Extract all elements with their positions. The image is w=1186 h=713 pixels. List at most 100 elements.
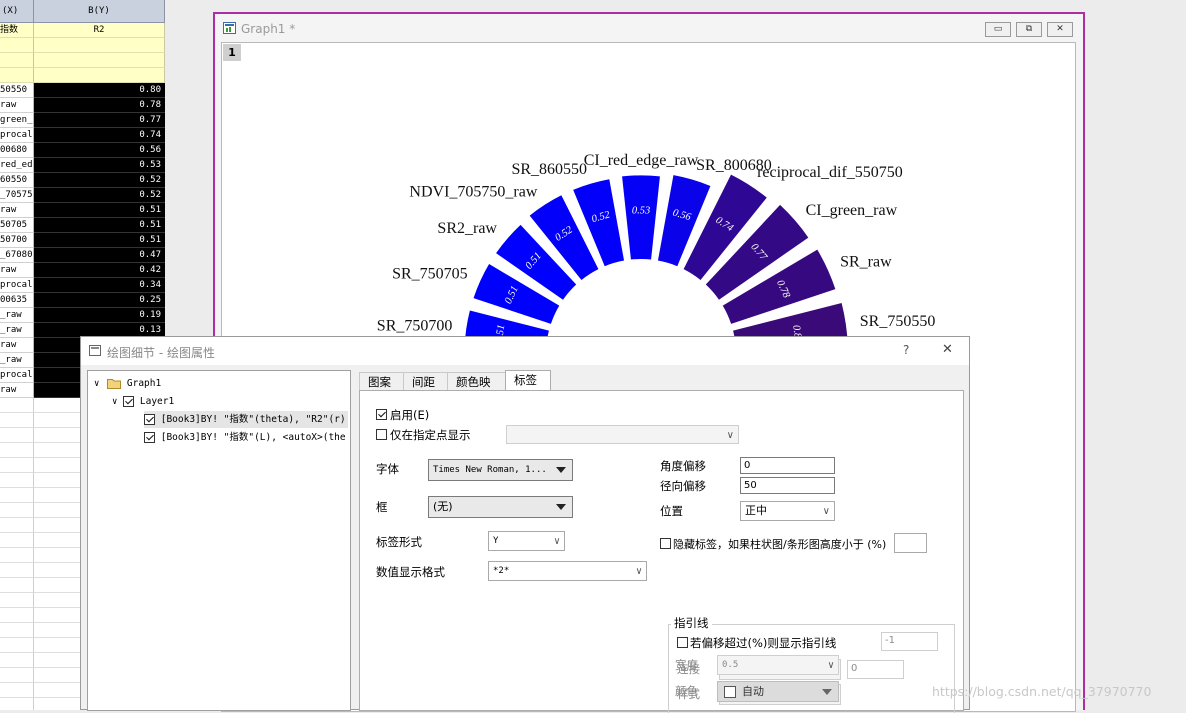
cell-a[interactable]: 00680 xyxy=(0,143,34,158)
cell-a[interactable]: procal xyxy=(0,128,34,143)
empty-cell[interactable] xyxy=(0,638,34,653)
cell-a[interactable]: raw xyxy=(0,203,34,218)
empty-cell[interactable] xyxy=(0,488,34,503)
empty-cell[interactable] xyxy=(0,458,34,473)
font-dropdown[interactable]: Times New Roman, 1... xyxy=(428,459,573,481)
cell-a[interactable]: 60550 xyxy=(0,173,34,188)
tab-spacing[interactable]: 间距 xyxy=(403,372,449,390)
angle-offset-input[interactable]: 0 xyxy=(740,457,835,474)
only-points-checkbox[interactable] xyxy=(376,429,387,440)
cell-b[interactable]: 0.51 xyxy=(34,218,165,233)
empty-cell[interactable] xyxy=(0,683,34,698)
cell-a[interactable]: procal xyxy=(0,278,34,293)
empty-cell[interactable] xyxy=(0,563,34,578)
width-dropdown[interactable]: 0.5 ∨ xyxy=(717,655,839,675)
cell-a[interactable]: 00635 xyxy=(0,293,34,308)
empty-cell[interactable] xyxy=(0,698,34,710)
cell-b[interactable]: 0.34 xyxy=(34,278,165,293)
help-button[interactable]: ? xyxy=(903,343,909,357)
tree-item-plot1[interactable]: [Book3]BY! "指数"(theta), "R2"(r) xyxy=(144,411,348,428)
cell-b[interactable]: 0.51 xyxy=(34,203,165,218)
cell-b[interactable]: 0.78 xyxy=(34,98,165,113)
meta-row[interactable] xyxy=(34,38,165,53)
meta-row[interactable] xyxy=(0,53,34,68)
empty-cell[interactable] xyxy=(0,473,34,488)
empty-cell[interactable] xyxy=(0,443,34,458)
cell-b[interactable]: 0.19 xyxy=(34,308,165,323)
connect-extra-input[interactable]: 0 xyxy=(847,660,904,679)
leader-checkbox[interactable] xyxy=(677,637,688,648)
cell-b[interactable]: 0.80 xyxy=(34,83,165,98)
plot1-checkbox[interactable] xyxy=(144,414,155,425)
empty-cell[interactable] xyxy=(0,623,34,638)
empty-cell[interactable] xyxy=(0,548,34,563)
empty-cell[interactable] xyxy=(0,533,34,548)
enable-checkbox[interactable] xyxy=(376,409,387,420)
frame-dropdown[interactable]: (无) xyxy=(428,496,573,518)
col-a-longname[interactable]: 指数 xyxy=(0,23,34,38)
cell-a[interactable]: green_r xyxy=(0,113,34,128)
color-dropdown[interactable]: 自动 xyxy=(717,681,839,702)
plot-details-dialog[interactable]: 绘图细节 - 绘图属性 ? ✕ ∨ Graph1 ∨ Layer1 [Book3… xyxy=(80,336,970,713)
cell-b[interactable]: 0.52 xyxy=(34,173,165,188)
number-format-dropdown[interactable]: *2* ∨ xyxy=(488,561,647,581)
tree-item-graph1[interactable]: ∨ Graph1 xyxy=(94,375,161,392)
empty-cell[interactable] xyxy=(0,578,34,593)
tree-item-plot2[interactable]: [Book3]BY! "指数"(L), <autoX>(the xyxy=(144,429,346,446)
meta-row[interactable] xyxy=(0,38,34,53)
cell-a[interactable]: _67080 xyxy=(0,248,34,263)
label-form-dropdown[interactable]: Y ∨ xyxy=(488,531,565,551)
cell-a[interactable]: raw xyxy=(0,338,34,353)
tab-labels[interactable]: 标签 xyxy=(505,370,551,391)
empty-cell[interactable] xyxy=(0,653,34,668)
col-b-header[interactable]: B(Y) xyxy=(34,0,165,23)
cell-b[interactable]: 0.77 xyxy=(34,113,165,128)
cell-a[interactable]: _raw xyxy=(0,308,34,323)
meta-row[interactable] xyxy=(0,68,34,83)
minimize-button[interactable]: ▭ xyxy=(985,22,1011,37)
dialog-close-button[interactable]: ✕ xyxy=(942,342,953,357)
cell-a[interactable]: 50705 xyxy=(0,218,34,233)
empty-cell[interactable] xyxy=(0,593,34,608)
col-b-longname[interactable]: R2 xyxy=(34,23,165,38)
cell-a[interactable]: _raw xyxy=(0,323,34,338)
chevron-down-icon[interactable]: ∨ xyxy=(112,397,117,407)
cell-b[interactable]: 0.51 xyxy=(34,233,165,248)
dialog-title-bar[interactable]: 绘图细节 - 绘图属性 ? ✕ xyxy=(81,337,969,365)
chevron-down-icon[interactable]: ∨ xyxy=(94,379,99,389)
cell-a[interactable]: red_edg xyxy=(0,158,34,173)
empty-cell[interactable] xyxy=(0,398,34,413)
cell-a[interactable]: _raw xyxy=(0,353,34,368)
empty-cell[interactable] xyxy=(0,413,34,428)
points-dropdown[interactable]: ∨ xyxy=(506,425,739,444)
hide-threshold-input[interactable] xyxy=(894,533,927,553)
cell-a[interactable]: raw xyxy=(0,263,34,278)
cell-b[interactable]: 0.53 xyxy=(34,158,165,173)
restore-button[interactable]: ⧉ xyxy=(1016,22,1042,37)
meta-row[interactable] xyxy=(34,68,165,83)
cell-b[interactable]: 0.25 xyxy=(34,293,165,308)
cell-a[interactable]: procal xyxy=(0,368,34,383)
tab-pattern[interactable]: 图案 xyxy=(359,372,405,390)
radial-offset-input[interactable]: 50 xyxy=(740,477,835,494)
leader-threshold-input[interactable]: -1 xyxy=(881,632,938,651)
plot2-checkbox[interactable] xyxy=(144,432,155,443)
empty-cell[interactable] xyxy=(0,503,34,518)
cell-b[interactable]: 0.56 xyxy=(34,143,165,158)
cell-b[interactable]: 0.42 xyxy=(34,263,165,278)
empty-cell[interactable] xyxy=(0,428,34,443)
cell-b[interactable]: 0.47 xyxy=(34,248,165,263)
empty-cell[interactable] xyxy=(0,608,34,623)
col-a-header[interactable]: (X) xyxy=(0,0,34,23)
cell-a[interactable]: _70575 xyxy=(0,188,34,203)
position-dropdown[interactable]: 正中 ∨ xyxy=(740,501,835,521)
cell-b[interactable]: 0.52 xyxy=(34,188,165,203)
empty-cell[interactable] xyxy=(0,668,34,683)
cell-a[interactable]: raw xyxy=(0,98,34,113)
hide-label-checkbox[interactable] xyxy=(660,538,671,549)
tab-colormap[interactable]: 颜色映射 xyxy=(447,372,507,407)
cell-a[interactable]: 50700 xyxy=(0,233,34,248)
meta-row[interactable] xyxy=(34,53,165,68)
cell-b[interactable]: 0.74 xyxy=(34,128,165,143)
empty-cell[interactable] xyxy=(0,518,34,533)
